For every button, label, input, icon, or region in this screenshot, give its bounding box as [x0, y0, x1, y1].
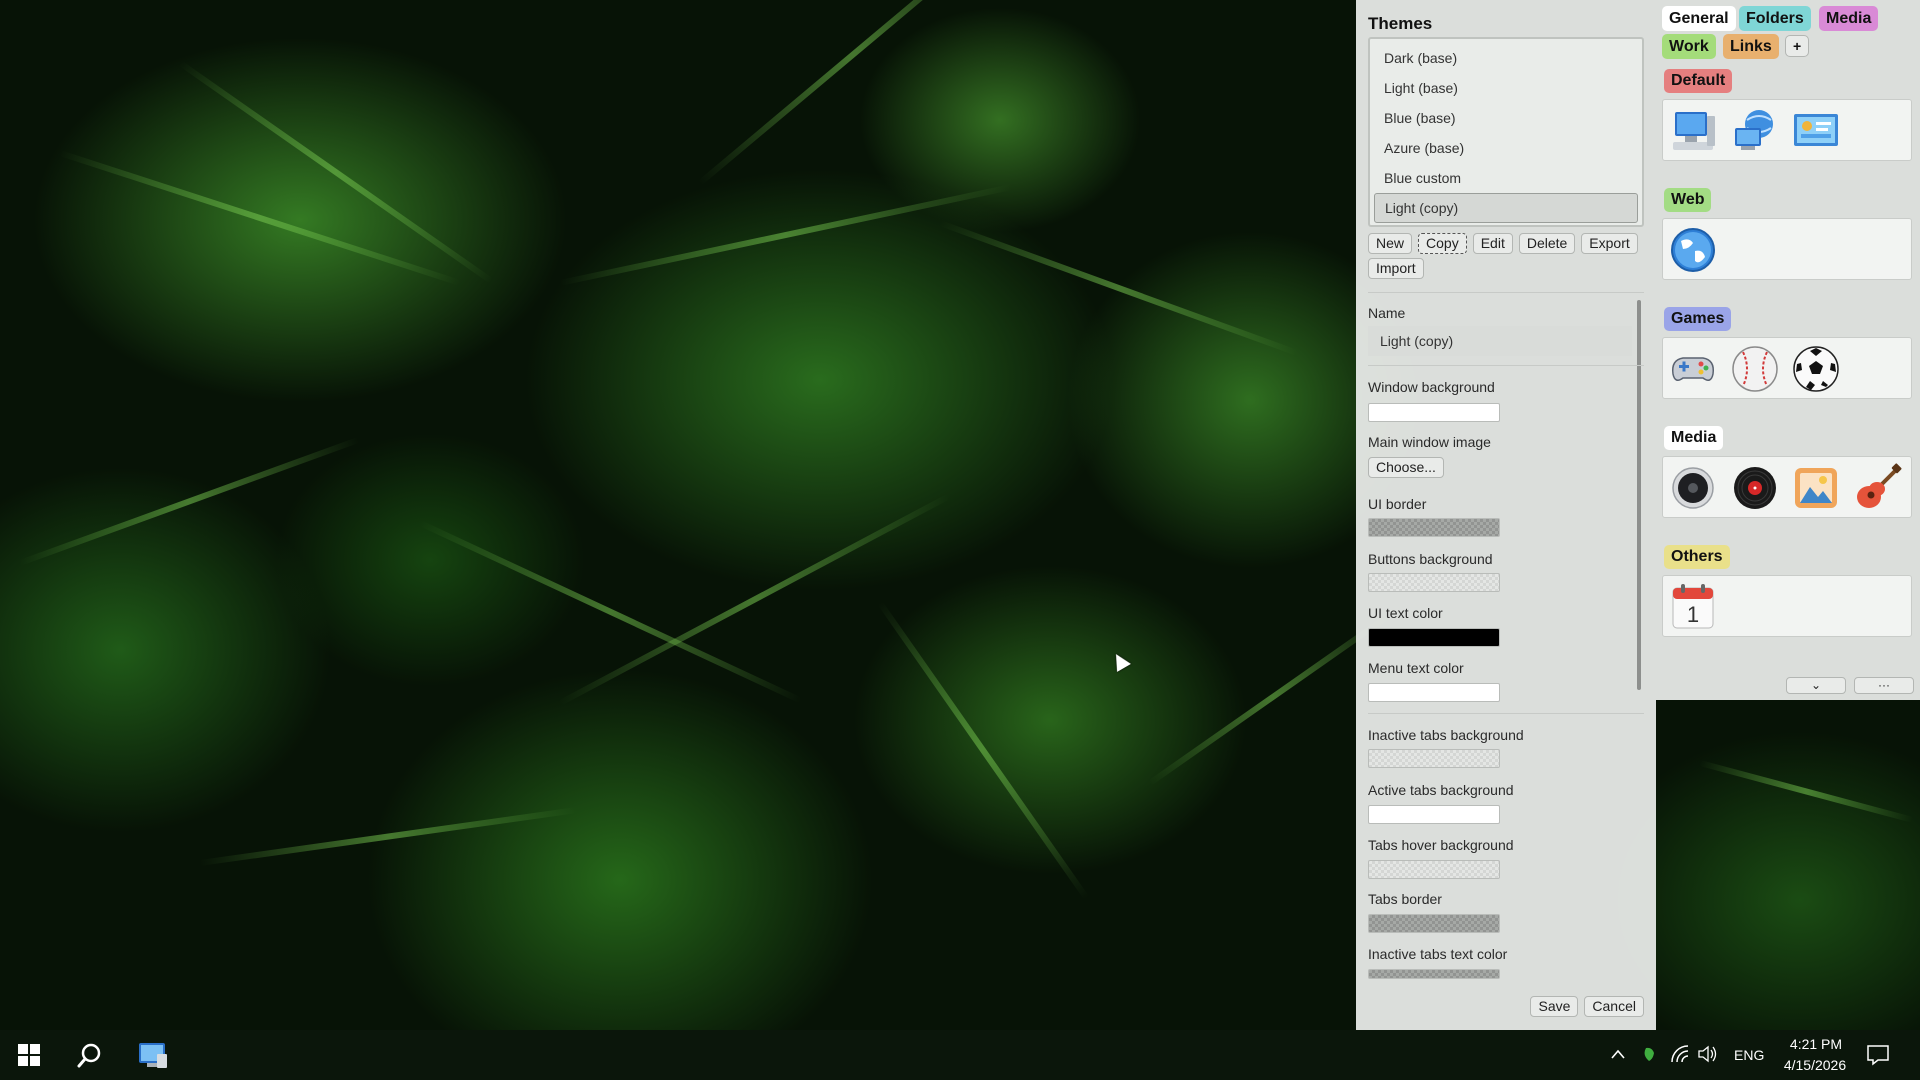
theme-item[interactable]: Dark (base) — [1374, 43, 1638, 73]
theme-item-selected[interactable]: Light (copy) — [1374, 193, 1638, 223]
tabs-border-swatch[interactable] — [1368, 914, 1500, 933]
ui-border-swatch[interactable] — [1368, 518, 1500, 537]
fern-frond — [698, 0, 1009, 186]
control-panel-icon[interactable] — [1790, 106, 1842, 156]
clock-time[interactable]: 4:21 PM — [1786, 1036, 1846, 1052]
name-label: Name — [1368, 305, 1406, 321]
fern-frond — [877, 601, 1089, 900]
photos-icon[interactable] — [1790, 463, 1842, 513]
divider — [1368, 713, 1644, 714]
soccer-ball-icon[interactable] — [1790, 344, 1842, 394]
theme-list[interactable]: Dark (base) Light (base) Blue (base) Azu… — [1368, 37, 1644, 227]
theme-item[interactable]: Light (base) — [1374, 73, 1638, 103]
network-globe-icon[interactable] — [1729, 106, 1781, 156]
taskbar: ENG 4:21 PM 4/15/2026 — [0, 1030, 1920, 1080]
tabs-hover-background-label: Tabs hover background — [1368, 837, 1514, 853]
add-tab-button[interactable]: + — [1785, 35, 1810, 57]
windows-start-icon[interactable] — [18, 1044, 40, 1066]
clock-date[interactable]: 4/15/2026 — [1774, 1057, 1856, 1073]
scrollbar[interactable] — [1637, 300, 1641, 690]
gamepad-icon[interactable] — [1667, 344, 1719, 394]
tab-general[interactable]: General — [1662, 6, 1736, 31]
theme-item[interactable]: Blue custom — [1374, 163, 1638, 193]
edit-theme-button[interactable]: Edit — [1472, 233, 1513, 254]
group-others: 1 — [1662, 575, 1912, 637]
buttons-background-swatch[interactable] — [1368, 573, 1500, 592]
buttons-background-label: Buttons background — [1368, 551, 1493, 567]
vinyl-record-icon[interactable] — [1729, 463, 1781, 513]
menu-text-color-swatch[interactable] — [1368, 683, 1500, 702]
speaker-icon[interactable] — [1667, 463, 1719, 513]
leaf-tray-icon[interactable] — [1640, 1045, 1658, 1063]
active-tabs-background-swatch[interactable] — [1368, 805, 1500, 824]
copy-theme-button[interactable]: Copy — [1418, 233, 1467, 254]
volume-icon[interactable] — [1698, 1045, 1718, 1063]
divider — [1368, 365, 1644, 366]
ui-border-label: UI border — [1368, 496, 1427, 512]
tab-work[interactable]: Work — [1662, 34, 1716, 59]
fern-frond — [1699, 760, 1914, 823]
wifi-icon[interactable] — [1670, 1044, 1690, 1064]
notification-icon[interactable] — [1866, 1044, 1890, 1066]
tab-folders[interactable]: Folders — [1739, 6, 1811, 31]
launcher-app-icon[interactable] — [137, 1040, 169, 1070]
calendar-day-text: 1 — [1687, 602, 1699, 627]
ui-text-color-label: UI text color — [1368, 605, 1443, 621]
calendar-icon[interactable]: 1 — [1667, 582, 1719, 632]
tab-links[interactable]: Links — [1723, 34, 1779, 59]
group-label-default[interactable]: Default — [1664, 69, 1733, 93]
browser-globe-icon[interactable] — [1667, 225, 1719, 275]
active-tabs-background-label: Active tabs background — [1368, 782, 1514, 798]
group-games — [1662, 337, 1912, 399]
tabs-border-label: Tabs border — [1368, 891, 1442, 907]
panel-title: Themes — [1368, 14, 1433, 33]
language-indicator[interactable]: ENG — [1734, 1047, 1764, 1063]
menu-text-color-label: Menu text color — [1368, 660, 1464, 676]
group-default — [1662, 99, 1912, 161]
launcher-window: General Folders Media Work Links + Defau… — [1656, 0, 1920, 700]
window-background-swatch[interactable] — [1368, 403, 1500, 422]
more-options-button[interactable]: ··· — [1854, 677, 1914, 694]
fern-frond — [558, 493, 950, 706]
guitar-icon[interactable] — [1851, 463, 1903, 513]
group-label-web[interactable]: Web — [1664, 188, 1712, 212]
save-button[interactable]: Save — [1530, 996, 1579, 1017]
group-label-media[interactable]: Media — [1664, 426, 1724, 450]
fern-frond — [178, 60, 493, 284]
fern-frond — [938, 220, 1299, 356]
new-theme-button[interactable]: New — [1368, 233, 1413, 254]
window-background-label: Window background — [1368, 379, 1495, 395]
search-icon[interactable] — [76, 1042, 104, 1070]
theme-editor-panel: Themes Dark (base) Light (base) Blue (ba… — [1356, 0, 1656, 1030]
tabs-hover-background-swatch[interactable] — [1368, 860, 1500, 879]
computer-icon[interactable] — [1667, 106, 1719, 156]
theme-name-input[interactable] — [1368, 326, 1632, 356]
inactive-tabs-background-swatch[interactable] — [1368, 749, 1500, 768]
delete-theme-button[interactable]: Delete — [1518, 233, 1576, 254]
inactive-tabs-text-color-swatch[interactable] — [1368, 969, 1500, 979]
group-web — [1662, 218, 1912, 280]
export-theme-button[interactable]: Export — [1581, 233, 1638, 254]
group-label-others[interactable]: Others — [1664, 545, 1730, 569]
cancel-button[interactable]: Cancel — [1584, 996, 1644, 1017]
theme-item[interactable]: Blue (base) — [1374, 103, 1638, 133]
divider — [1368, 292, 1644, 293]
fern-frond — [199, 807, 577, 866]
theme-item[interactable]: Azure (base) — [1374, 133, 1638, 163]
tab-media[interactable]: Media — [1819, 6, 1879, 31]
baseball-icon[interactable] — [1729, 344, 1781, 394]
import-theme-button[interactable]: Import — [1368, 258, 1424, 279]
group-media — [1662, 456, 1912, 518]
fern-frond — [18, 437, 360, 566]
inactive-tabs-text-color-label: Inactive tabs text color — [1368, 946, 1508, 962]
group-label-games[interactable]: Games — [1664, 307, 1732, 331]
choose-image-button[interactable]: Choose... — [1368, 457, 1444, 478]
fern-frond — [559, 184, 1011, 286]
ui-text-color-swatch[interactable] — [1368, 628, 1500, 647]
main-window-image-label: Main window image — [1368, 434, 1491, 450]
chevron-up-icon[interactable] — [1610, 1047, 1626, 1061]
expand-button[interactable]: ⌄ — [1786, 677, 1846, 694]
inactive-tabs-background-label: Inactive tabs background — [1368, 727, 1524, 743]
